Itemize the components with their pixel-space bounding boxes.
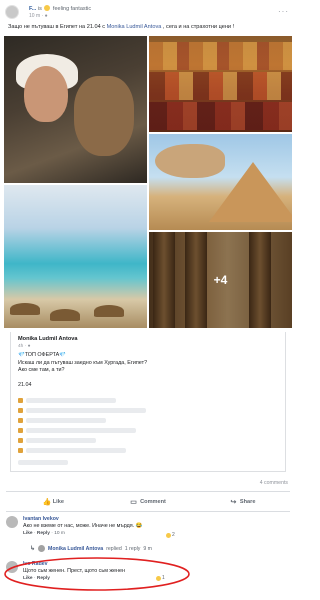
more-photos-count: +4 (213, 273, 228, 287)
shared-time-text: 4h (18, 344, 24, 349)
feeling-prefix: is (37, 6, 42, 12)
redacted-text (26, 448, 126, 453)
commenter-avatar[interactable] (6, 561, 18, 573)
shared-line: 21.04 (18, 382, 32, 388)
post-time-text: 10 m (29, 13, 41, 19)
photo-detail (74, 76, 134, 156)
post-header: F... is feeling fantastic 10 m · ● ··· (5, 3, 291, 23)
shared-line: 💎ТОП ОФЕРТА💎 (18, 352, 66, 358)
redacted-text (26, 438, 96, 443)
divider (6, 511, 290, 512)
reply-text: replied (106, 545, 122, 552)
reply-time: 9 m (143, 545, 152, 552)
photo-detail (24, 66, 68, 122)
photo-detail (149, 102, 292, 130)
author-avatar[interactable] (5, 5, 19, 19)
share-label: Share (239, 499, 256, 505)
emoji-icon (18, 438, 23, 443)
shared-post[interactable]: Monika Ludmil Antova 4h · ● 💎ТОП ОФЕРТА💎… (10, 332, 286, 472)
shared-author[interactable]: Monika Ludmil Antova (18, 336, 77, 342)
globe-icon: · ● (24, 344, 31, 349)
comment-text: Щото сьм женен. Прест, щото сьм женен (23, 568, 125, 574)
emoji-icon (18, 398, 23, 403)
comment-body: Ivantan Ivekov Ако не вземе от нас, може… (23, 516, 142, 536)
photo-detail (50, 309, 80, 321)
photo-woman-camel[interactable] (4, 36, 147, 183)
reaction-count: 2 (172, 532, 175, 538)
like-label: Like (52, 499, 64, 505)
post-menu-icon[interactable]: ··· (278, 7, 289, 16)
like-button[interactable]: 👍 Like (6, 494, 101, 510)
globe-icon: · ● (41, 13, 48, 19)
reply-arrow-icon: ↳ (30, 546, 36, 552)
emoji-icon (18, 418, 23, 423)
comment-button[interactable]: ▭ Comment (101, 494, 196, 510)
post-text-before: Защо не пътуваш в Египет на 21.04 с (8, 24, 106, 30)
shared-line: Искаш ли да пътуваш заедно към Хургада, … (18, 359, 148, 366)
share-icon: ↪ (230, 498, 237, 506)
emoji-icon (18, 428, 23, 433)
comment-reactions[interactable]: 1 (156, 575, 165, 581)
comment-text: Ако не вземе от нас, може. Иначе не мърд… (23, 523, 143, 529)
thumbs-up-icon: 👍 (42, 498, 52, 506)
reply-summary[interactable]: ↳ Monika Ludmil Antova replied 1 reply 9… (30, 545, 152, 552)
replier-name: Monika Ludmil Antova (48, 545, 104, 552)
post-time[interactable]: 10 m · ● (29, 13, 48, 19)
author-line: F... is feeling fantastic (29, 5, 91, 12)
share-button[interactable]: ↪ Share (195, 494, 290, 510)
reaction-count: 1 (162, 575, 165, 581)
comment-reactions[interactable]: 2 (166, 532, 175, 538)
comment-body: Ivo Radev Щото сьм женен. Прест, щото сь… (23, 561, 125, 581)
redacted-text (26, 408, 146, 413)
shared-text: 💎ТОП ОФЕРТА💎 Искаш ли да пътуваш заедно … (18, 352, 282, 390)
photo-temple-more[interactable]: +4 (149, 232, 292, 328)
shared-line (18, 375, 282, 383)
redacted-text (26, 428, 136, 433)
photo-camel-pyramid[interactable] (149, 134, 292, 230)
commenter-name[interactable]: Ivantan Ivekov (23, 516, 142, 522)
photo-grid: +4 (4, 36, 292, 328)
divider (6, 491, 290, 492)
photo-detail (94, 305, 124, 317)
comment-reply-link[interactable]: Reply (37, 531, 50, 536)
post-text: Защо не пътуваш в Египет на 21.04 с Moni… (8, 24, 290, 31)
photo-detail (149, 42, 292, 70)
author-name[interactable]: F... (29, 6, 36, 12)
haha-reaction-icon (166, 532, 171, 538)
post-text-after: , сега и на страхотни цени ! (162, 24, 235, 30)
photo-spice-market[interactable] (149, 36, 292, 132)
feeling-label: feeling fantastic (52, 6, 92, 12)
haha-reaction-icon (156, 575, 161, 581)
comment-label: Comment (140, 499, 166, 505)
comment-reply-link[interactable]: Reply (37, 576, 50, 581)
comment-like-link[interactable]: Like (23, 576, 33, 581)
shared-time[interactable]: 4h · ● (18, 344, 31, 349)
photo-detail (149, 72, 292, 100)
emoji-icon (18, 408, 23, 413)
more-photos-overlay[interactable]: +4 (149, 232, 292, 328)
emoji-icon (18, 448, 23, 453)
reply-count: 1 reply (124, 545, 141, 552)
smiley-icon (44, 5, 51, 11)
redacted-text (18, 460, 68, 465)
replier-avatar (38, 545, 46, 552)
comment-icon: ▭ (130, 498, 137, 506)
post-mention-link[interactable]: Monika Ludmil Antova (107, 24, 162, 30)
photo-detail (10, 303, 40, 315)
commenter-avatar[interactable] (6, 516, 18, 528)
redacted-text (26, 398, 116, 403)
shared-line: Ако сме там, а ти? (18, 367, 65, 373)
comment-like-link[interactable]: Like (23, 531, 33, 536)
comment-actions: Like · Reply (23, 576, 50, 581)
comments-count[interactable]: 4 comments (260, 480, 288, 486)
redacted-text (26, 418, 106, 423)
action-bar: 👍 Like ▭ Comment ↪ Share (6, 494, 290, 510)
commenter-name[interactable]: Ivo Radev (23, 561, 125, 567)
comment-actions: Like · Reply · 10 m (23, 531, 65, 536)
comment-time[interactable]: 10 m (54, 531, 65, 536)
photo-beach[interactable] (4, 185, 147, 328)
photo-detail (155, 144, 225, 178)
